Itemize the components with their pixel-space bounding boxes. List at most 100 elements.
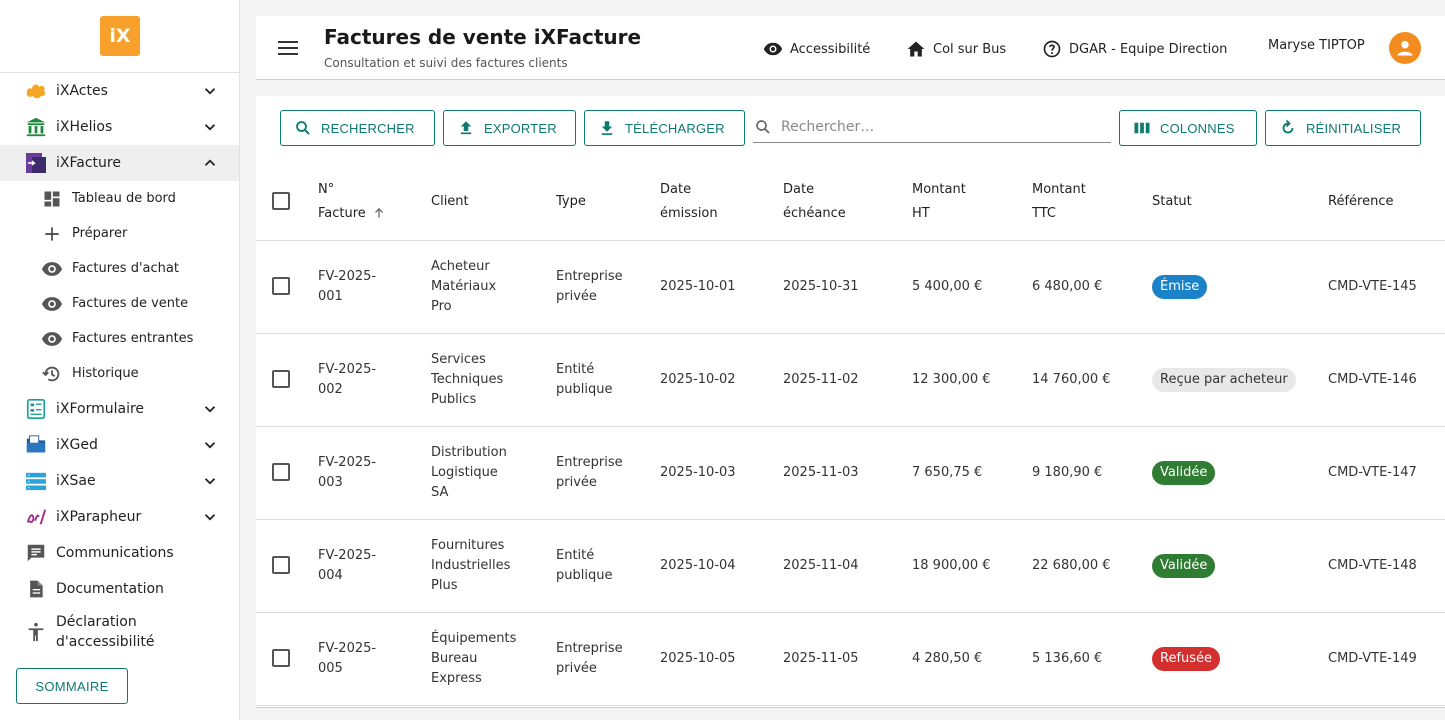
download-button-label: TÉLÉCHARGER	[625, 120, 725, 136]
table-header-row: N° Facture Client Type Date émission Date…	[256, 164, 1445, 241]
chevron-down-icon[interactable]	[201, 118, 219, 136]
sidebar-item-label: iXFormulaire	[56, 401, 145, 417]
history-icon	[40, 362, 64, 386]
sidebar-subitem-tableau-de-bord[interactable]: Tableau de bord	[0, 181, 239, 216]
row-checkbox[interactable]	[272, 463, 290, 481]
column-header-num[interactable]: N° Facture	[318, 164, 431, 241]
table-row[interactable]: FV-2025- 005 Équipements Bureau Express Ent…	[256, 612, 1445, 706]
cell-montant-ttc: 14 760,00 €	[1032, 333, 1152, 427]
select-all-checkbox[interactable]	[272, 192, 290, 211]
header-line-text: Facture	[318, 205, 366, 221]
status-badge: Validée	[1152, 460, 1216, 485]
accessibility-label: Accessibilité	[790, 41, 871, 57]
cell-line: Pro	[431, 298, 452, 314]
row-checkbox[interactable]	[272, 277, 290, 295]
chevron-up-icon[interactable]	[201, 154, 219, 172]
chevron-down-icon[interactable]	[201, 82, 219, 100]
sidebar-subitem-factures-vente[interactable]: Factures de vente	[0, 286, 239, 321]
column-header-statut[interactable]: Statut	[1152, 164, 1328, 241]
export-button[interactable]: EXPORTER	[443, 110, 576, 146]
cell-line: Publics	[431, 391, 477, 407]
cell-line: Entreprise	[556, 454, 623, 470]
user-name[interactable]: Maryse TIPTOP	[1268, 38, 1365, 53]
search-field[interactable]	[753, 112, 1111, 143]
sidebar: iX iXActes iXHelios iXFacture Tableau de…	[0, 0, 240, 720]
sidebar-subitem-preparer[interactable]: Préparer	[0, 216, 239, 251]
column-header-montant-ttc[interactable]: Montant TTC	[1032, 164, 1152, 241]
sidebar-item-label: iXFacture	[56, 155, 121, 171]
cell-reference: CMD-VTE-145	[1328, 240, 1445, 334]
sidebar-item-documentation[interactable]: Documentation	[0, 571, 239, 607]
search-button[interactable]: RECHERCHER	[280, 110, 435, 146]
header-line: Facture	[318, 202, 431, 226]
cell-num: FV-2025- 002	[318, 333, 431, 427]
cell-line: Bureau	[431, 650, 478, 666]
cell-montant-ttc: 6 480,00 €	[1032, 240, 1152, 334]
sort-up-icon[interactable]	[372, 206, 386, 220]
columns-button[interactable]: COLONNES	[1119, 110, 1257, 146]
cell-montant-ht: 5 400,00 €	[912, 240, 1032, 334]
help-icon	[1041, 38, 1063, 60]
download-button[interactable]: TÉLÉCHARGER	[584, 110, 745, 146]
table-row[interactable]: FV-2025- 001 Acheteur Matériaux Pro Entrepr…	[256, 240, 1445, 334]
home-link[interactable]: Col sur Bus	[905, 38, 1006, 60]
sidebar-item-ixfacture[interactable]: iXFacture	[0, 145, 239, 181]
row-checkbox[interactable]	[272, 649, 290, 667]
cell-line: privée	[556, 288, 597, 304]
cell-line: FV-2025-	[318, 268, 377, 284]
chevron-down-icon[interactable]	[201, 400, 219, 418]
sidebar-item-ixsae[interactable]: iXSae	[0, 463, 239, 499]
sommaire-button[interactable]: SOMMAIRE	[16, 668, 128, 704]
chevron-down-icon[interactable]	[201, 508, 219, 526]
header-line: Montant	[1032, 181, 1086, 197]
sidebar-item-communications[interactable]: Communications	[0, 535, 239, 571]
form-icon	[24, 397, 48, 421]
sidebar-item-ixactes[interactable]: iXActes	[0, 73, 239, 109]
column-header-client[interactable]: Client	[431, 164, 556, 241]
cell-statut: Validée	[1152, 426, 1328, 520]
sidebar-item-ixged[interactable]: iXGed	[0, 427, 239, 463]
column-header-date-echeance[interactable]: Date échéance	[783, 164, 912, 241]
reset-button[interactable]: RÉINITIALISER	[1265, 110, 1421, 146]
reset-button-label: RÉINITIALISER	[1306, 120, 1402, 136]
column-header-type[interactable]: Type	[556, 164, 660, 241]
table-row[interactable]: FV-2025- 004 Fournitures Industrielles Plus…	[256, 519, 1445, 613]
column-header-montant-ht[interactable]: Montant HT	[912, 164, 1032, 241]
app-logo[interactable]: iX	[100, 16, 140, 56]
cell-date-echeance: 2025-11-02	[783, 333, 912, 427]
cell-line: Distribution	[431, 444, 507, 460]
eye-icon	[40, 327, 64, 351]
search-input[interactable]	[781, 119, 1101, 135]
avatar[interactable]	[1389, 32, 1421, 64]
row-checkbox[interactable]	[272, 370, 290, 388]
header-line: HT	[912, 205, 930, 221]
chevron-down-icon[interactable]	[201, 436, 219, 454]
sidebar-subitem-factures-entrantes[interactable]: Factures entrantes	[0, 321, 239, 356]
accessibility-link[interactable]: Accessibilité	[762, 38, 870, 60]
sidebar-item-ixparapheur[interactable]: iXParapheur	[0, 499, 239, 535]
table-row[interactable]: FV-2025- 003 Distribution Logistique SA Ent…	[256, 426, 1445, 520]
header-line: émission	[660, 205, 718, 221]
cell-date-emission: 2025-10-05	[660, 612, 783, 706]
header-line: TTC	[1032, 205, 1056, 221]
chevron-down-icon[interactable]	[201, 472, 219, 490]
cell-type: Entité publique	[556, 333, 660, 427]
cell-client: Fournitures Industrielles Plus	[431, 519, 556, 613]
sidebar-subitem-factures-achat[interactable]: Factures d'achat	[0, 251, 239, 286]
home-label: Col sur Bus	[933, 41, 1007, 57]
cell-line: 004	[318, 567, 343, 583]
help-link[interactable]: DGAR - Equipe Direction	[1041, 38, 1227, 60]
sidebar-item-ixformulaire[interactable]: iXFormulaire	[0, 391, 239, 427]
sidebar-subitem-label: Factures de vente	[72, 296, 189, 311]
sidebar-item-accessibilite[interactable]: Déclaration d'accessibilité	[0, 607, 239, 657]
row-checkbox[interactable]	[272, 556, 290, 574]
menu-icon[interactable]	[276, 36, 300, 60]
column-header-date-emission[interactable]: Date émission	[660, 164, 783, 241]
sidebar-subitem-historique[interactable]: Historique	[0, 356, 239, 391]
cell-num: FV-2025- 005	[318, 612, 431, 706]
sidebar-item-ixhelios[interactable]: iXHelios	[0, 109, 239, 145]
cell-date-emission: 2025-10-03	[660, 426, 783, 520]
table-row[interactable]: FV-2025- 002 Services Techniques Publics En…	[256, 333, 1445, 427]
header-line: Date	[660, 181, 692, 197]
column-header-reference[interactable]: Référence	[1328, 164, 1445, 241]
